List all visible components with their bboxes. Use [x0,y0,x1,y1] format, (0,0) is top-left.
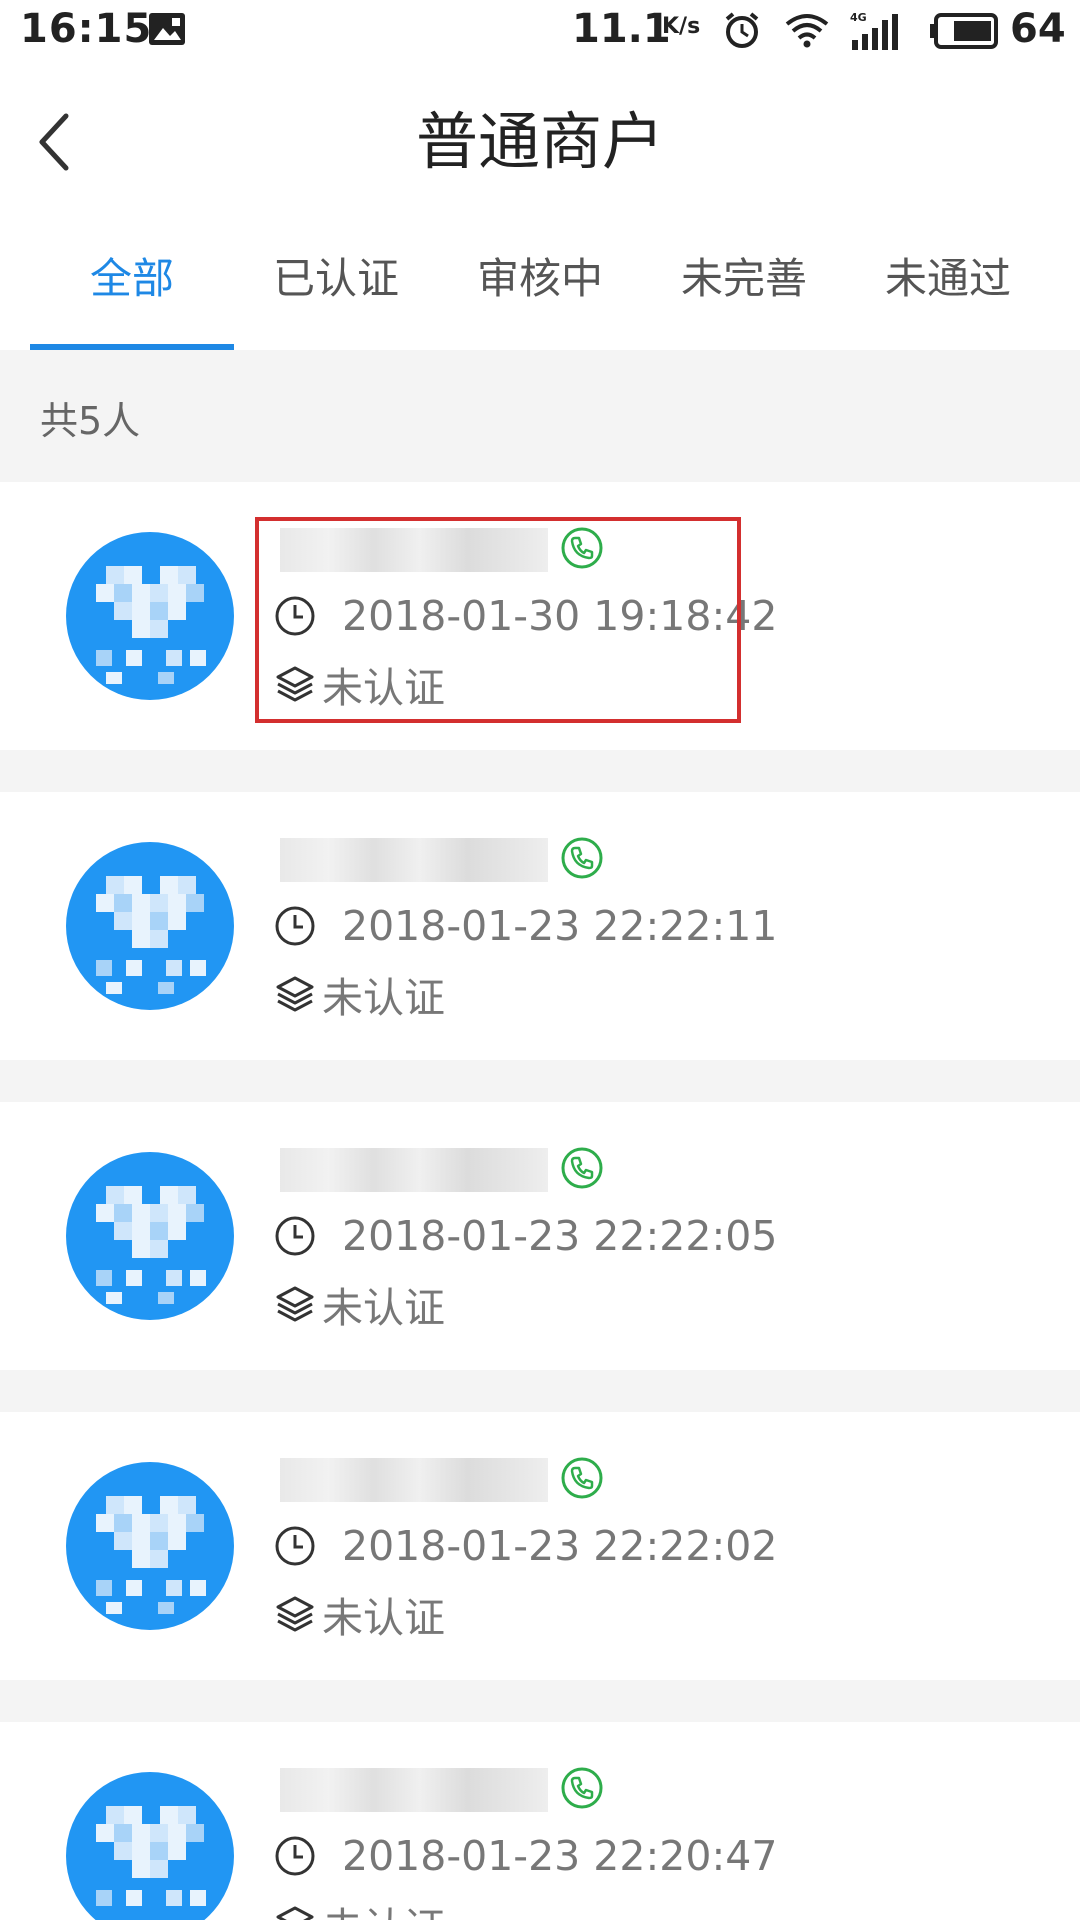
verification-status: 未认证 [322,1594,445,1642]
name-blurred [280,838,548,882]
time-row: 2018-01-23 22:22:11 [274,900,777,952]
created-time: 2018-01-23 22:22:11 [342,902,778,950]
created-time: 2018-01-23 22:22:05 [342,1212,778,1260]
list-item[interactable]: 2018-01-23 22:22:05 未认证 [0,1102,1080,1370]
status-row: 未认证 [274,1588,445,1642]
status-time: 16:15 [20,6,153,52]
tab-reviewing[interactable]: 审核中 [438,248,642,348]
count-bar: 共5人 [0,350,1080,482]
status-bar: 16:15 11.1 K/s 4G 64 [0,0,1080,66]
layers-icon [276,976,314,1012]
list-item[interactable]: 2018-01-23 22:20:47 未认证 [0,1722,1080,1920]
alarm-icon [722,10,762,54]
tab-rejected[interactable]: 未通过 [846,248,1050,348]
app-screen: 16:15 11.1 K/s 4G 64 普通商户 全部 已认证 审核中 未完善… [0,0,1080,1920]
verification-status: 未认证 [322,1894,445,1920]
status-row: 未认证 [274,968,445,1022]
phone-icon[interactable] [560,836,604,884]
list-separator [0,1060,1080,1102]
battery-level: 64 [1010,6,1066,52]
avatar [66,1772,234,1920]
phone-icon[interactable] [560,1766,604,1814]
time-row: 2018-01-23 22:22:05 [274,1210,777,1262]
tab-all[interactable]: 全部 [30,248,234,348]
time-row: 2018-01-23 22:20:47 [274,1830,777,1882]
clock-icon [275,1216,315,1256]
clock-icon [275,1526,315,1566]
phone-icon[interactable] [560,1456,604,1504]
status-row: 未认证 [274,1278,445,1332]
avatar [66,1152,234,1320]
layers-icon [276,1286,314,1322]
avatar [66,842,234,1010]
svg-text:4G: 4G [850,11,867,24]
list-separator [0,1680,1080,1722]
header: 普通商户 [0,66,1080,218]
created-time: 2018-01-23 22:20:47 [342,1832,778,1880]
signal-4g-icon: 4G [850,10,910,56]
tab-bar: 全部 已认证 审核中 未完善 未通过 [0,218,1080,350]
clock-icon [275,1836,315,1876]
list-item[interactable]: 2018-01-30 19:18:42 未认证 [0,482,1080,750]
list-item[interactable]: 2018-01-23 22:22:11 未认证 [0,792,1080,1060]
created-time: 2018-01-23 22:22:02 [342,1522,778,1570]
highlight-box [255,517,741,723]
status-row: 未认证 [274,1898,445,1920]
tab-verified[interactable]: 已认证 [234,248,438,348]
name-blurred [280,1148,548,1192]
net-speed: 11.1 [572,6,671,52]
time-row: 2018-01-23 22:22:02 [274,1520,777,1572]
avatar [66,532,234,700]
wifi-icon [784,12,830,52]
page-title: 普通商户 [415,105,664,178]
phone-icon[interactable] [560,1146,604,1194]
verification-status: 未认证 [322,1284,445,1332]
avatar [66,1462,234,1630]
layers-icon [276,1596,314,1632]
list-separator [0,750,1080,792]
verification-status: 未认证 [322,974,445,1022]
image-icon [148,12,186,50]
battery-icon [930,13,1000,53]
name-blurred [280,1768,548,1812]
list-separator [0,1370,1080,1412]
net-speed-unit: K/s [662,14,701,39]
total-count: 共5人 [40,399,141,443]
layers-icon [276,1906,314,1920]
clock-icon [275,906,315,946]
tab-incomplete[interactable]: 未完善 [642,248,846,348]
name-blurred [280,1458,548,1502]
list-item[interactable]: 2018-01-23 22:22:02 未认证 [0,1412,1080,1680]
